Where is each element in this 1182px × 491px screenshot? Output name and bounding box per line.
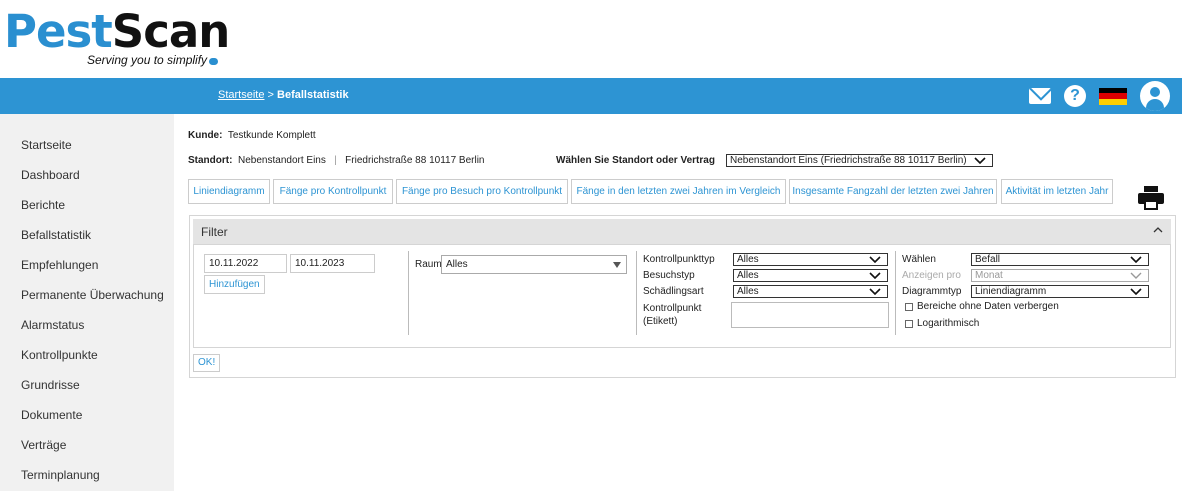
sidebar-item-permanente-ueberwachung[interactable]: Permanente Überwachung [21,288,164,302]
mail-icon[interactable] [1029,88,1051,104]
tab-faenge-pro-kontrollpunkt[interactable]: Fänge pro Kontrollpunkt [273,179,393,204]
kontrollpunkttyp-label: Kontrollpunkttyp [643,254,715,265]
schaedlingsart-value: Alles [737,286,759,297]
diagrammtyp-label: Diagrammtyp [902,286,962,297]
sidebar-item-kontrollpunkte[interactable]: Kontrollpunkte [21,348,98,362]
besuchstyp-select[interactable]: Alles [733,269,888,282]
logo-pest: Pest [4,5,113,58]
date-to-input[interactable]: 10.11.2023 [290,254,375,273]
schaedlingsart-label: Schädlingsart [643,286,704,297]
raum-select-value: Alles [446,259,468,270]
sidebar-item-empfehlungen[interactable]: Empfehlungen [21,258,98,272]
bereiche-checkbox-label: Bereiche ohne Daten verbergen [917,301,1059,312]
anzeigen-pro-label: Anzeigen pro [902,270,961,281]
anzeigen-pro-value: Monat [975,270,1003,281]
standort-address: Friedrichstraße 88 10117 Berlin [345,155,485,166]
sidebar-item-vertraege[interactable]: Verträge [21,438,66,452]
filter-box: Filter 10.11.2022 10.11.2023 Hinzufügen … [189,215,1176,378]
choose-standort-label: Wählen Sie Standort oder Vertrag [556,155,715,166]
standort-row: Standort: Nebenstandort Eins | Friedrich… [188,155,484,166]
schaedlingsart-select[interactable]: Alles [733,285,888,298]
sidebar: Startseite Dashboard Berichte Befallstat… [0,114,174,491]
breadcrumb-separator: > [267,89,274,101]
help-icon[interactable]: ? [1064,85,1086,107]
chevron-up-icon[interactable] [1153,227,1163,233]
standort-select[interactable]: Nebenstandort Eins (Friedrichstraße 88 1… [726,154,993,167]
kunde-label: Kunde: [188,130,223,141]
breadcrumb-home-link[interactable]: Startseite [218,89,264,101]
logo-scan: Scan [111,5,230,58]
diagrammtyp-select[interactable]: Liniendiagramm [971,285,1149,298]
diagrammtyp-value: Liniendiagramm [975,286,1047,297]
chevron-down-icon [1130,256,1142,263]
filter-panel: 10.11.2022 10.11.2023 Hinzufügen Raum Al… [193,244,1171,348]
add-button[interactable]: Hinzufügen [204,275,265,294]
waehlen-select[interactable]: Befall [971,253,1149,266]
logarithmisch-checkbox-label: Logarithmisch [917,318,980,329]
printer-icon[interactable] [1138,186,1164,210]
standort-label: Standort: [188,155,233,166]
logo-wordmark: PestScan [4,5,230,58]
standort-separator: | [334,155,337,166]
pestscan-logo: PestScan Serving you to simplify [4,5,230,68]
anzeigen-pro-select: Monat [971,269,1149,282]
chevron-down-icon [1130,288,1142,295]
choose-standort-label-text: Wählen Sie Standort oder Vertrag [556,155,715,166]
tab-insgesamte-fangzahl[interactable]: Insgesamte Fangzahl der letzten zwei Jah… [789,179,997,204]
logo-tagline: Serving you to simplify [87,53,219,67]
waehlen-label: Wählen [902,254,936,265]
kunde-row: Kunde: Testkunde Komplett [188,130,316,141]
logo-dot-icon [209,58,219,65]
tab-liniendiagramm[interactable]: Liniendiagramm [188,179,270,204]
standort-value: Nebenstandort Eins [238,155,326,166]
divider [895,251,896,335]
sidebar-item-terminplanung[interactable]: Terminplanung [21,468,100,482]
date-from-input[interactable]: 10.11.2022 [204,254,287,273]
standort-select-value: Nebenstandort Eins (Friedrichstraße 88 1… [730,155,967,166]
waehlen-value: Befall [975,254,1001,265]
chevron-down-icon [869,288,881,295]
breadcrumb-current: Befallstatistik [277,89,349,101]
tab-faenge-pro-besuch[interactable]: Fänge pro Besuch pro Kontrollpunkt [396,179,568,204]
filter-header[interactable]: Filter [193,219,1171,244]
raum-label: Raum [415,259,442,270]
logarithmisch-checkbox[interactable] [905,320,913,328]
kontrollpunkt-label: Kontrollpunkt (Etikett) [643,302,701,328]
besuchstyp-value: Alles [737,270,759,281]
chevron-down-icon [974,157,986,164]
divider [636,251,637,335]
top-icons: ? [1016,81,1170,111]
top-bar: Startseite > Befallstatistik ? [0,78,1182,114]
chevron-down-icon [1130,272,1142,279]
sidebar-item-befallstatistik[interactable]: Befallstatistik [21,228,91,242]
tab-aktivitaet-letztes-jahr[interactable]: Aktivität im letzten Jahr [1001,179,1113,204]
logo-tagline-text: Serving you to simplify [87,53,208,67]
filter-title: Filter [201,225,228,239]
raum-select[interactable]: Alles [441,255,627,274]
kontrollpunkttyp-value: Alles [737,254,759,265]
bereiche-checkbox[interactable] [905,303,913,311]
triangle-down-icon [613,262,621,268]
flag-de-icon[interactable] [1099,87,1127,105]
kontrollpunkt-label-line1: Kontrollpunkt [643,303,702,314]
breadcrumb: Startseite > Befallstatistik [218,89,349,101]
user-avatar-icon[interactable] [1140,81,1170,111]
chevron-down-icon [869,256,881,263]
chevron-down-icon [869,272,881,279]
ok-button[interactable]: OK! [193,354,221,372]
divider [408,251,409,335]
sidebar-item-grundrisse[interactable]: Grundrisse [21,378,80,392]
sidebar-item-startseite[interactable]: Startseite [21,138,72,152]
sidebar-item-dashboard[interactable]: Dashboard [21,168,80,182]
besuchstyp-label: Besuchstyp [643,270,695,281]
kontrollpunkt-input[interactable] [731,302,889,328]
kontrollpunkttyp-select[interactable]: Alles [733,253,888,266]
sidebar-item-alarmstatus[interactable]: Alarmstatus [21,318,84,332]
kontrollpunkt-label-line2: (Etikett) [643,316,678,327]
kunde-value: Testkunde Komplett [227,130,316,141]
sidebar-item-dokumente[interactable]: Dokumente [21,408,82,422]
sidebar-item-berichte[interactable]: Berichte [21,198,65,212]
tab-faenge-zwei-jahre[interactable]: Fänge in den letzten zwei Jahren im Verg… [571,179,786,204]
